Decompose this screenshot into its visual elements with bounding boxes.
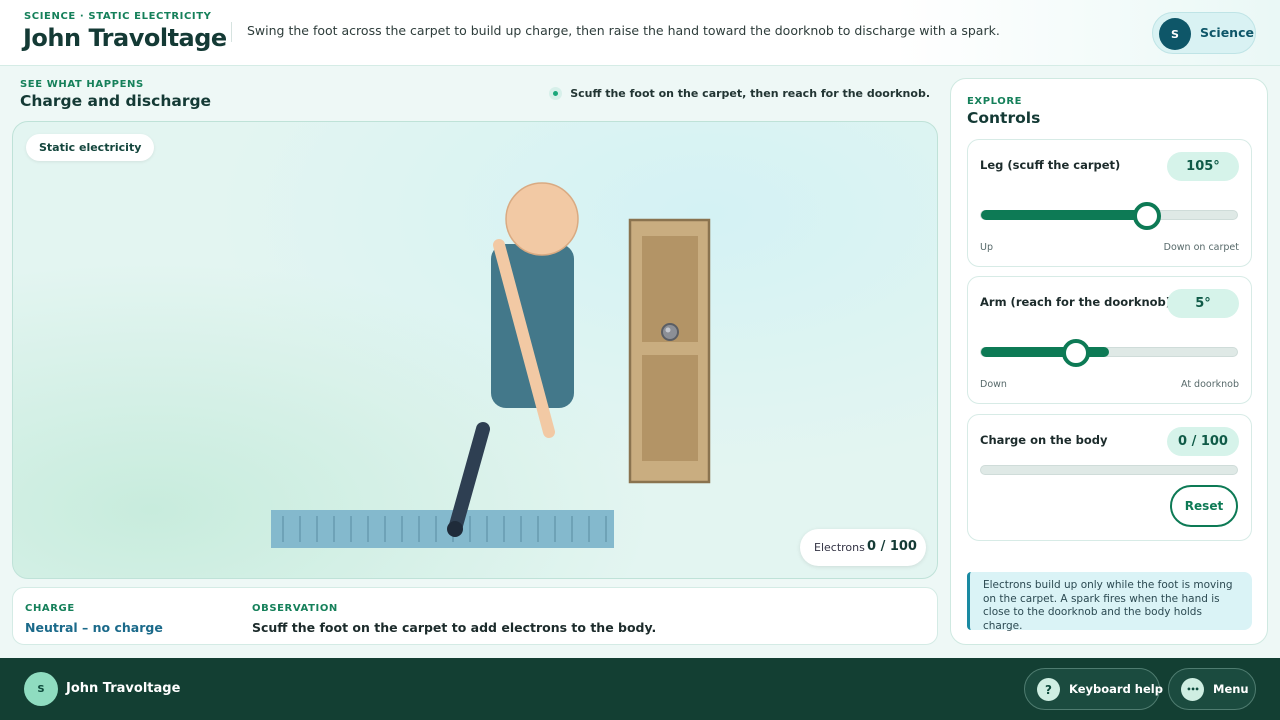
charge-meter [980,465,1238,475]
door [628,218,711,484]
question-mark-icon: ? [1037,678,1060,701]
app-title: John Travoltage [23,24,227,52]
keyboard-help-button[interactable]: ? Keyboard help [1024,668,1163,710]
controls-eyebrow: EXPLORE [967,96,1023,107]
menu-label: Menu [1213,682,1249,696]
arm-label: Arm (reach for the doorknob) [980,295,1172,309]
charge-label: CHARGE [25,603,75,614]
header-divider [231,22,232,42]
stage-hint: Scuff the foot on the carpet, then reach… [549,87,930,100]
subject-avatar: S [1159,18,1191,50]
arm-slider[interactable] [980,339,1238,367]
leg-max-label: Down on carpet [1163,242,1239,253]
leg-value: 105° [1167,152,1239,181]
status-bar: CHARGE Neutral – no charge OBSERVATION S… [12,587,938,645]
arm-control: Arm (reach for the doorknob) 5° Down At … [967,276,1252,404]
footer-app-name: John Travoltage [66,681,181,696]
simulation-stage[interactable]: Static electricity Electrons 0 / 100 [12,121,938,579]
charge-meter-card: Charge on the body 0 / 100 Reset [967,414,1252,541]
leg-label: Leg (scuff the carpet) [980,158,1121,172]
arm-max-label: At doorknob [1180,379,1239,390]
charge-meter-label: Charge on the body [980,433,1108,447]
footer-avatar: S [24,672,58,706]
person-foot [447,521,463,537]
reset-button[interactable]: Reset [1170,485,1238,527]
stage-eyebrow: SEE WHAT HAPPENS [20,79,144,90]
doorknob [661,323,679,341]
stage-hint-text: Scuff the foot on the carpet, then reach… [570,87,930,100]
person-head [505,182,579,256]
leg-control: Leg (scuff the carpet) 105° Up Down on c… [967,139,1252,267]
observation-value: Scuff the foot on the carpet to add elec… [252,620,657,635]
app-eyebrow: SCIENCE · STATIC ELECTRICITY [24,11,212,22]
electron-counter-label: Electrons [814,541,865,554]
arm-min-label: Down [980,379,1007,390]
leg-slider-fill [981,210,1148,220]
observation-label: OBSERVATION [252,603,338,614]
charge-value: Neutral – no charge [25,620,163,635]
info-note: Electrons build up only while the foot i… [967,572,1252,632]
arm-slider-thumb[interactable] [1061,339,1090,367]
person [447,182,579,537]
scene [271,182,711,548]
more-dots-icon: ••• [1181,678,1204,701]
leg-slider[interactable] [980,202,1238,230]
subject-label: Science [1200,25,1254,40]
app-description: Swing the foot across the carpet to buil… [247,23,1000,38]
arm-value: 5° [1167,289,1239,318]
electron-counter: Electrons 0 / 100 [800,529,926,566]
arm-slider-fill [981,347,1109,357]
controls-title: Controls [967,109,1041,127]
stage-badge: Static electricity [26,134,155,161]
leg-slider-thumb[interactable] [1133,202,1162,230]
charge-meter-value: 0 / 100 [1167,427,1239,456]
status-dot-icon [549,87,563,100]
stage-title: Charge and discharge [20,92,212,110]
keyboard-help-label: Keyboard help [1069,682,1163,696]
subject-button[interactable]: S Science [1152,12,1256,54]
app-header: SCIENCE · STATIC ELECTRICITY John Travol… [0,0,1280,66]
app-footer: S John Travoltage ? Keyboard help ••• Me… [0,658,1280,720]
menu-button[interactable]: ••• Menu [1168,668,1256,710]
controls-panel: EXPLORE Controls Leg (scuff the carpet) … [950,78,1268,645]
carpet[interactable] [271,510,614,548]
leg-min-label: Up [980,242,993,253]
electron-counter-value: 0 / 100 [867,539,917,554]
